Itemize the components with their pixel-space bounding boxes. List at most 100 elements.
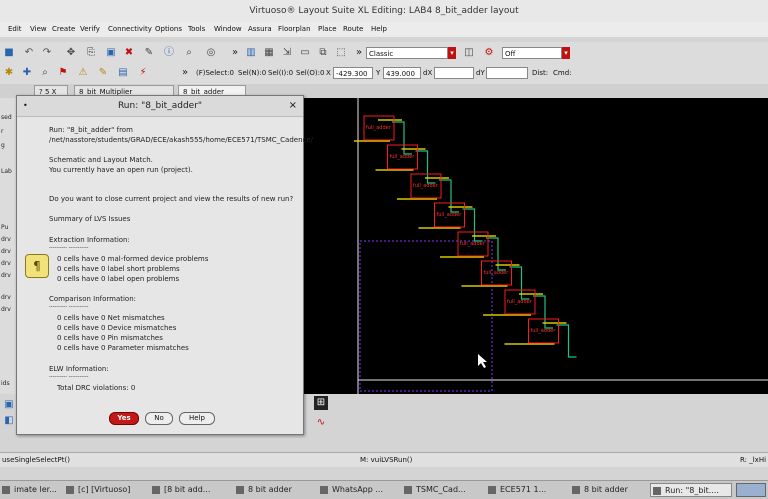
select-icon[interactable]: ⬚ xyxy=(334,46,348,60)
tool-icon-8[interactable]: ⚡ xyxy=(136,66,150,80)
dialog-menu-icon[interactable]: • xyxy=(23,101,28,110)
dialog-title-bar: Run: "8_bit_adder" xyxy=(17,96,303,117)
layer-settings-icon[interactable]: ⚙ xyxy=(482,46,496,60)
status-right: R: _lxHi xyxy=(740,456,767,464)
left-panel-row[interactable]: drv xyxy=(1,248,11,255)
dist-label: Dist: xyxy=(532,69,549,77)
open-icon[interactable]: ■ xyxy=(2,46,16,60)
menu-verify[interactable]: Verify xyxy=(80,25,100,33)
close-icon[interactable]: × xyxy=(289,100,297,111)
bottom-tool-icon-2[interactable]: ◧ xyxy=(2,414,16,428)
taskbar-item[interactable]: [8 bit add... xyxy=(150,483,230,497)
menu-connectivity[interactable]: Connectivity xyxy=(108,25,152,33)
select-count: (F)Select:0 xyxy=(196,69,234,77)
left-panel-row[interactable]: drv xyxy=(1,272,11,279)
taskbar-item[interactable]: WhatsApp ... xyxy=(318,483,398,497)
taskbar-item[interactable]: TSMC_Cad... xyxy=(402,483,482,497)
menu-place[interactable]: Place xyxy=(318,25,337,33)
waveform-icon[interactable]: ∿ xyxy=(314,416,328,430)
y-coord-field[interactable]: 439.000 xyxy=(383,67,421,79)
layout-canvas[interactable]: full_adder full_adder full_adder full_adder… xyxy=(300,98,768,394)
yes-button[interactable]: Yes xyxy=(109,412,139,425)
mode-dropdown-icon[interactable]: ▾ xyxy=(562,47,570,59)
properties-icon[interactable]: ✎ xyxy=(142,46,156,60)
copy-icon[interactable]: ⎘ xyxy=(84,46,98,60)
layer-preset-dropdown-icon[interactable]: ▾ xyxy=(448,47,456,59)
more-chevron-icon[interactable]: » xyxy=(228,46,242,60)
more-chevron-icon-3[interactable]: » xyxy=(178,66,192,80)
left-panel-row[interactable]: drv xyxy=(1,294,11,301)
taskbar-item[interactable]: 8 bit adder xyxy=(570,483,646,497)
no-button[interactable]: No xyxy=(145,412,173,425)
open-run-message: You currently have an open run (project)… xyxy=(49,166,193,174)
menu-edit[interactable]: Edit xyxy=(8,25,22,33)
elw-heading: ELW Information: xyxy=(49,365,109,373)
grid-icon[interactable]: ▦ xyxy=(262,46,276,60)
redo-icon[interactable]: ↷ xyxy=(40,46,54,60)
cell-label: full_adder xyxy=(484,270,510,276)
tool-icon-6[interactable]: ✎ xyxy=(96,66,110,80)
menu-route[interactable]: Route xyxy=(343,25,363,33)
comparison-item: 0 cells have 0 Net mismatches xyxy=(57,314,165,322)
tool-icon-3[interactable]: ⌕ xyxy=(38,66,52,80)
dy-field[interactable] xyxy=(486,67,528,79)
tool-icon-4[interactable]: ⚑ xyxy=(56,66,70,80)
search-icon[interactable]: ⌕ xyxy=(182,46,196,60)
menu-create[interactable]: Create xyxy=(52,25,75,33)
cell-icon[interactable]: ⧉ xyxy=(316,46,330,60)
x-coord-field[interactable]: -429.300 xyxy=(333,67,373,79)
comparison-item: 0 cells have 0 Pin mismatches xyxy=(57,334,163,342)
menu-floorplan[interactable]: Floorplan xyxy=(278,25,311,33)
bottom-tool-icon[interactable]: ▣ xyxy=(2,398,16,412)
taskbar-item-active[interactable]: Run: "8_bit.... xyxy=(650,483,732,497)
tool-icon-1[interactable]: ✱ xyxy=(2,66,16,80)
move-icon[interactable]: ✥ xyxy=(64,46,78,60)
more-chevron-icon-2[interactable]: » xyxy=(352,46,366,60)
tool-icon-2[interactable]: ✚ xyxy=(20,66,34,80)
layer-icon[interactable]: ▥ xyxy=(244,46,258,60)
sel-i-count: Sel(I):0 xyxy=(268,69,294,77)
dx-field[interactable] xyxy=(434,67,474,79)
left-panel-row[interactable]: drv xyxy=(1,260,11,267)
taskbar-item[interactable]: imate ler... xyxy=(0,483,60,497)
elw-item: Total DRC violations: 0 xyxy=(57,384,136,392)
menu-view[interactable]: View xyxy=(30,25,47,33)
tool-icon-5[interactable]: ⚠ xyxy=(76,66,90,80)
menu-tools[interactable]: Tools xyxy=(188,25,205,33)
extraction-item: 0 cells have 0 label open problems xyxy=(57,275,180,283)
workspace-switcher[interactable] xyxy=(736,483,766,497)
ruler-icon[interactable]: ⇲ xyxy=(280,46,294,60)
menu-options[interactable]: Options xyxy=(155,25,182,33)
coordinate-toolbar: ✱ ✚ ⌕ ⚑ ⚠ ✎ ▤ ⚡ » (F)Select:0 Sel(N):0 S… xyxy=(0,64,768,84)
y-label: Y xyxy=(376,69,381,77)
status-left: useSingleSelectPt() xyxy=(2,456,70,464)
extraction-heading: Extraction Information: xyxy=(49,236,130,244)
zoom-icon[interactable]: ◎ xyxy=(204,46,218,60)
menu-help[interactable]: Help xyxy=(371,25,387,33)
left-panel-row[interactable]: drv xyxy=(1,306,11,313)
comparison-item: 0 cells have 0 Device mismatches xyxy=(57,324,177,332)
info-icon[interactable]: ⓘ xyxy=(162,46,176,60)
menu-assura[interactable]: Assura xyxy=(248,25,272,33)
delete-icon[interactable]: ✖ xyxy=(122,46,136,60)
layer-view-icon[interactable]: ◫ xyxy=(462,46,476,60)
taskbar-item[interactable]: ECE571 1... xyxy=(486,483,566,497)
route-wire xyxy=(556,324,577,358)
left-panel-label: Lab xyxy=(1,168,12,175)
window-icon[interactable]: ▭ xyxy=(298,46,312,60)
sel-n-count: Sel(N):0 xyxy=(238,69,267,77)
mode-select[interactable]: Off xyxy=(502,47,562,59)
menu-window[interactable]: Window xyxy=(214,25,242,33)
taskbar-item[interactable]: 8 bit adder xyxy=(234,483,314,497)
left-panel-label: sed xyxy=(1,114,12,121)
tool-icon-7[interactable]: ▤ xyxy=(116,66,130,80)
stretch-icon[interactable]: ▣ xyxy=(104,46,118,60)
help-button[interactable]: Help xyxy=(179,412,215,425)
left-panel-row[interactable]: drv xyxy=(1,236,11,243)
left-panel: sed r g Lab Pu drv drv drv drv drv drv i… xyxy=(0,98,16,394)
undo-icon[interactable]: ↶ xyxy=(22,46,36,60)
taskbar-item[interactable]: [c] [Virtuoso] xyxy=(64,483,146,497)
fit-view-icon[interactable]: ⊞ xyxy=(314,396,328,410)
layer-preset-select[interactable]: Classic xyxy=(366,47,448,59)
window-title-bar: Virtuoso® Layout Suite XL Editing: LAB4 … xyxy=(0,0,768,23)
